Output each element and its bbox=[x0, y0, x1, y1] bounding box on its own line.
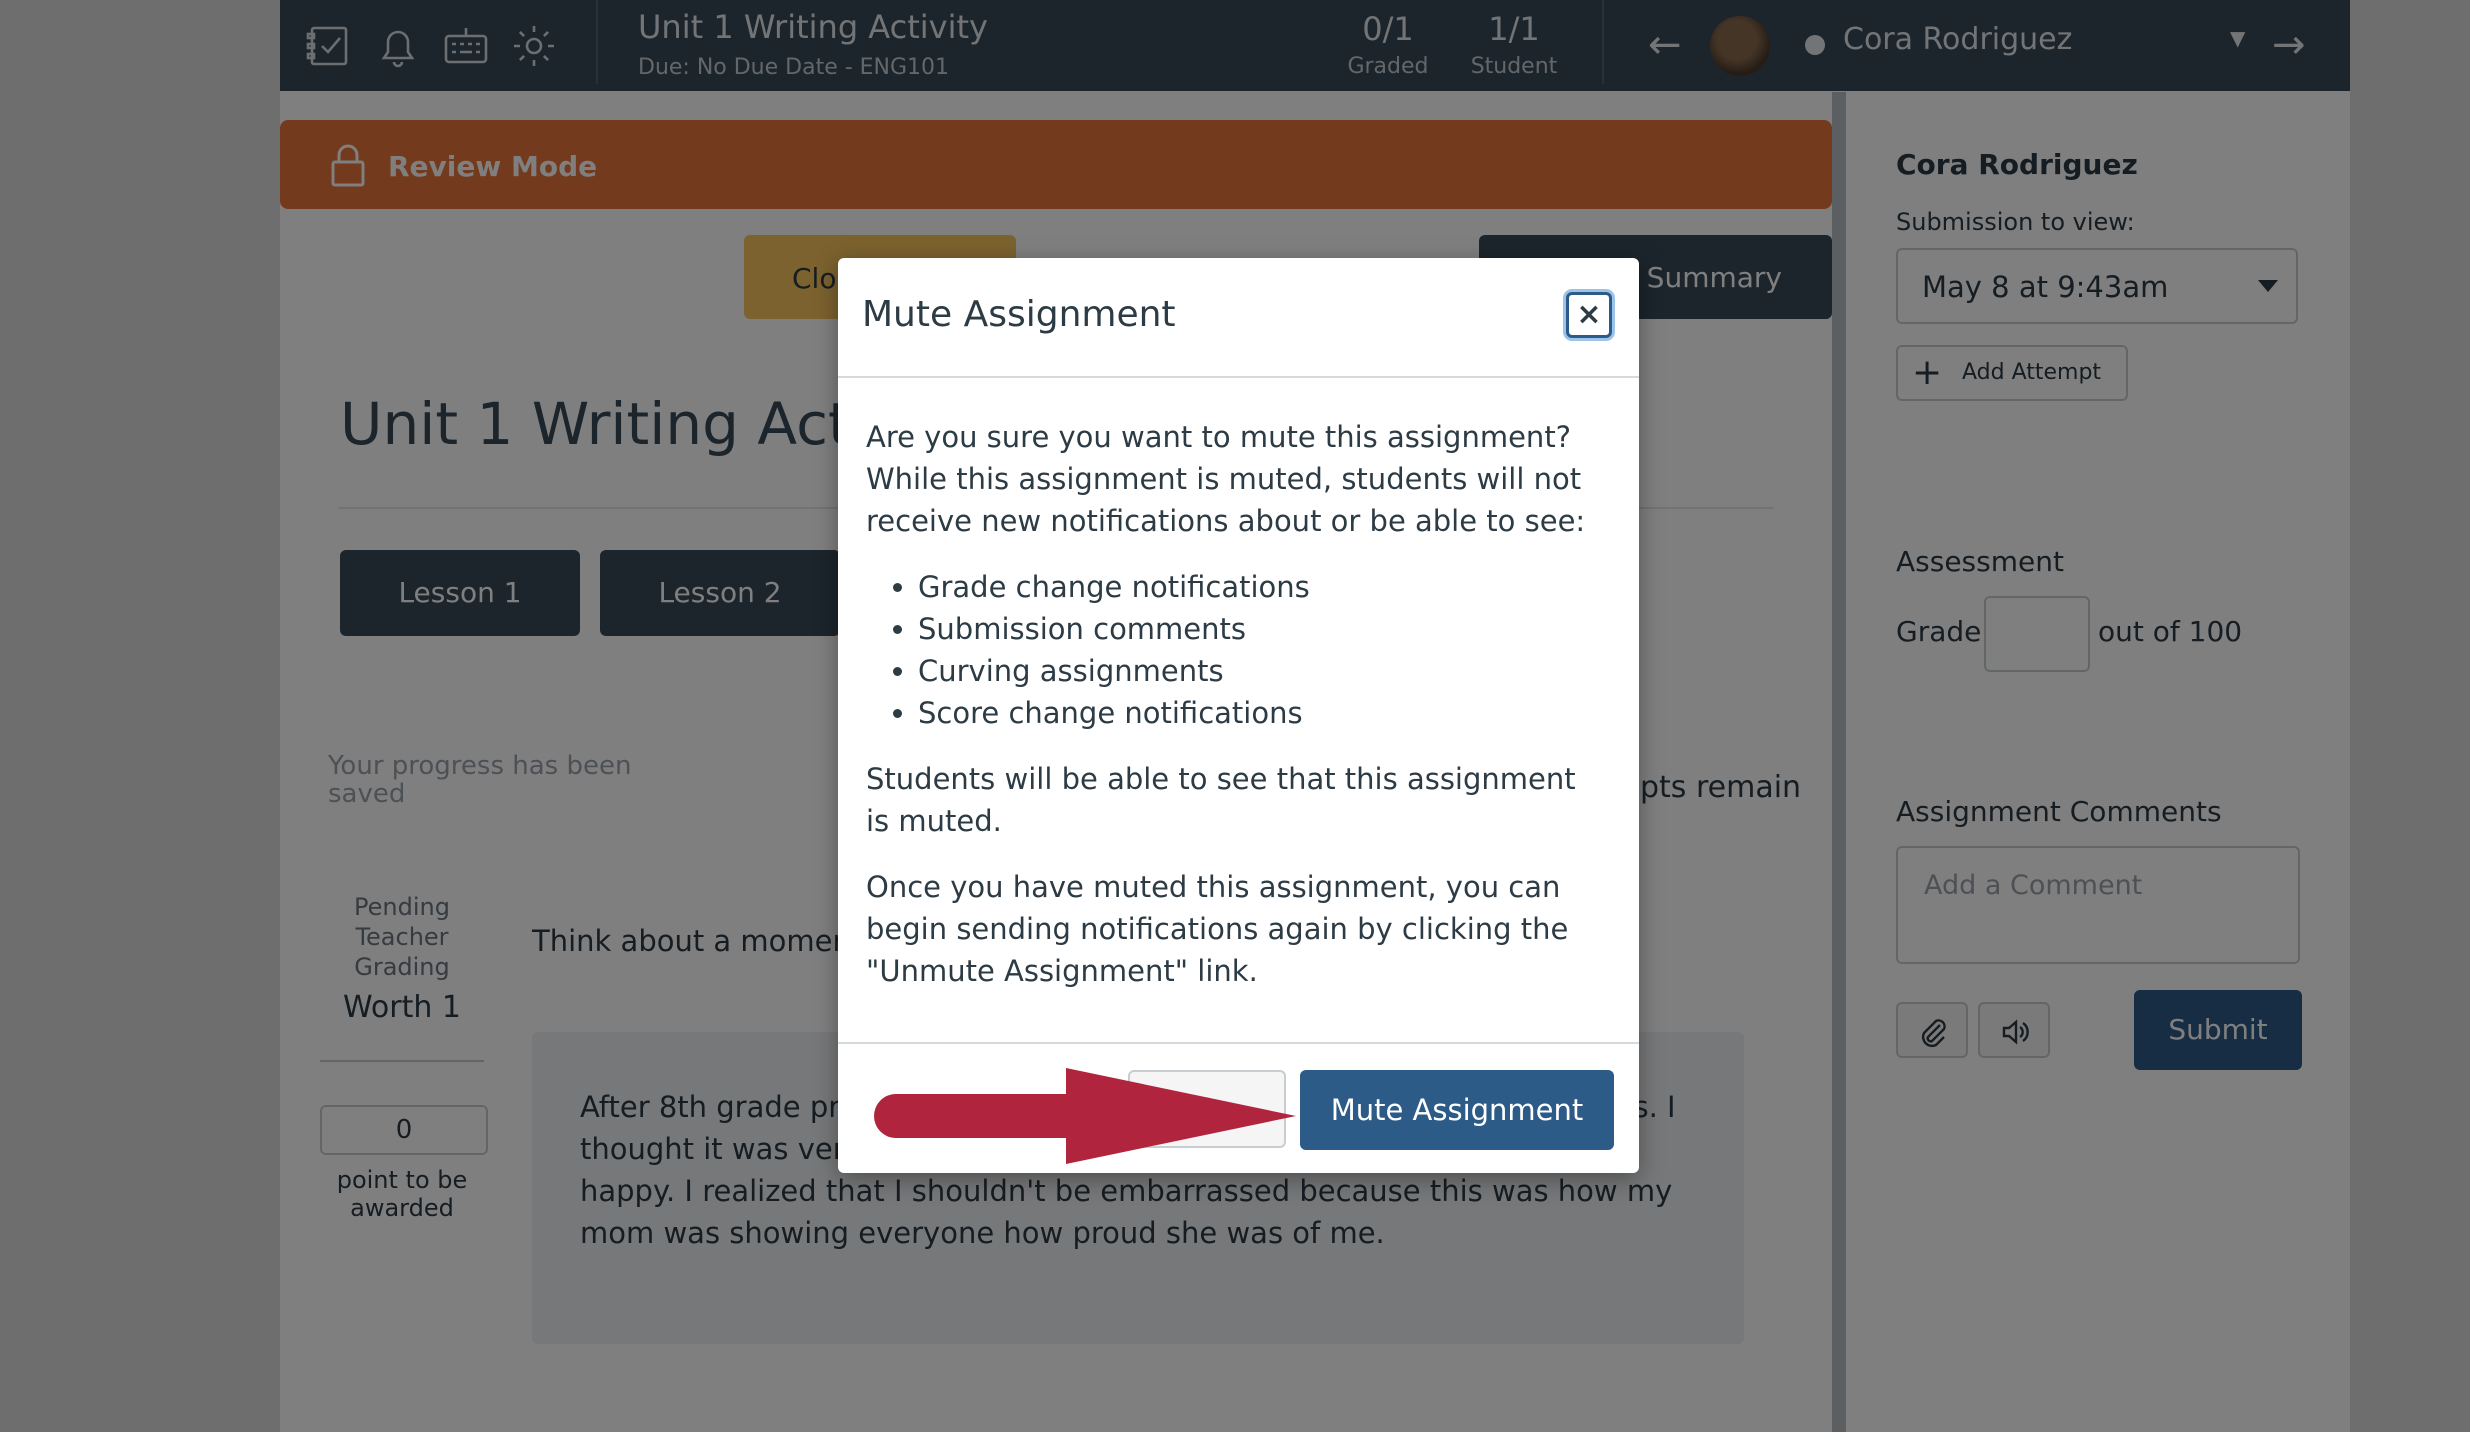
dialog-body: Are you sure you want to mute this assig… bbox=[866, 416, 1606, 1016]
dialog-intro: Are you sure you want to mute this assig… bbox=[866, 420, 1586, 538]
list-item: Grade change notifications bbox=[918, 566, 1606, 608]
callout-arrow-icon bbox=[874, 1068, 1296, 1164]
close-icon: × bbox=[1576, 297, 1602, 332]
list-item: Score change notifications bbox=[918, 692, 1606, 734]
mute-assignment-button[interactable]: Mute Assignment bbox=[1300, 1070, 1614, 1150]
dialog-visible-note: Students will be able to see that this a… bbox=[866, 762, 1576, 838]
muted-items-list: Grade change notifications Submission co… bbox=[866, 566, 1606, 734]
list-item: Curving assignments bbox=[918, 650, 1606, 692]
mute-assignment-dialog: Mute Assignment × Are you sure you want … bbox=[838, 258, 1639, 1173]
dialog-divider bbox=[838, 376, 1639, 378]
dialog-title: Mute Assignment bbox=[862, 294, 1176, 335]
list-item: Submission comments bbox=[918, 608, 1606, 650]
dialog-divider bbox=[838, 1042, 1639, 1044]
close-dialog-button[interactable]: × bbox=[1566, 292, 1612, 338]
dialog-unmute-note: Once you have muted this assignment, you… bbox=[866, 870, 1569, 988]
